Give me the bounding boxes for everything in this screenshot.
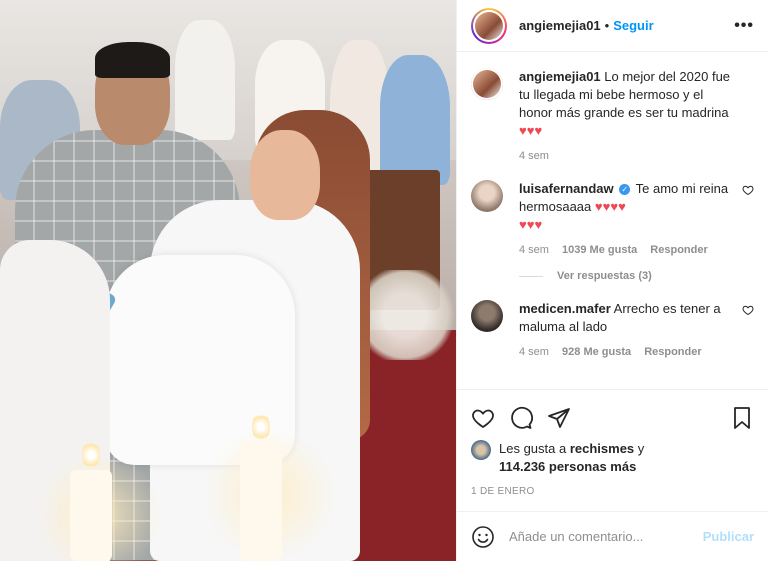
reply-button[interactable]: Responder xyxy=(644,346,701,358)
comment-body: medicen.mafer Arrecho es tener a maluma … xyxy=(519,300,754,358)
bookmark-save-icon[interactable] xyxy=(730,406,754,430)
photo-candle-flame xyxy=(82,440,100,470)
post-header: angiemejia01 • Seguir ••• xyxy=(457,0,768,52)
comment-like-heart-icon[interactable] xyxy=(742,304,754,316)
comment-username[interactable]: medicen.mafer xyxy=(519,301,611,316)
view-replies-label: Ver respuestas (3) xyxy=(557,270,652,282)
caption-avatar[interactable] xyxy=(471,68,503,100)
comment-like-count[interactable]: 1039 Me gusta xyxy=(562,244,637,256)
caption-body: angiemejia01 Lo mejor del 2020 fue tu ll… xyxy=(519,68,754,162)
caption-time[interactable]: 4 sem xyxy=(519,150,549,162)
likes-prefix: Les gusta a xyxy=(499,441,567,456)
comments-list[interactable]: angiemejia01 Lo mejor del 2020 fue tu ll… xyxy=(457,52,768,389)
comment-like-count[interactable]: 928 Me gusta xyxy=(562,346,631,358)
photo-candle-flame xyxy=(252,412,270,442)
instagram-post: angiemejia01 • Seguir ••• angiemejia01 L… xyxy=(0,0,768,561)
reply-button[interactable]: Responder xyxy=(650,244,707,256)
view-replies-button[interactable]: Ver respuestas (3) xyxy=(519,270,754,282)
likes-user[interactable]: rechismes xyxy=(570,441,634,456)
photo-candle xyxy=(240,440,282,561)
photo-man-hair xyxy=(95,42,170,78)
photo-guest xyxy=(175,20,235,140)
comment-username[interactable]: luisafernandaw xyxy=(519,181,614,196)
caption-text-block: angiemejia01 Lo mejor del 2020 fue tu ll… xyxy=(519,68,732,140)
comment-time[interactable]: 4 sem xyxy=(519,244,549,256)
comment-text-block: luisafernandaw ✓ Te amo mi reina hermosa… xyxy=(519,180,732,234)
likes-text: Les gusta a rechismes y 114.236 personas… xyxy=(499,440,644,476)
header-separator: • xyxy=(604,18,610,33)
likes-conj: y xyxy=(637,441,645,456)
publish-button[interactable]: Publicar xyxy=(703,529,754,544)
post-date[interactable]: 1 DE ENERO xyxy=(471,486,754,497)
add-comment-bar: Publicar xyxy=(457,511,768,561)
commenter-avatar[interactable] xyxy=(471,180,503,212)
commenter-avatar[interactable] xyxy=(471,300,503,332)
verified-badge-icon: ✓ xyxy=(619,184,631,196)
comment-item: luisafernandaw ✓ Te amo mi reina hermosa… xyxy=(471,180,754,256)
caption: angiemejia01 Lo mejor del 2020 fue tu ll… xyxy=(471,68,754,162)
comment-like-heart-icon[interactable] xyxy=(742,184,754,196)
caption-meta: 4 sem xyxy=(519,150,732,162)
heart-emoji-icon: ♥♥♥ xyxy=(519,217,543,232)
author-avatar[interactable] xyxy=(471,7,507,44)
heart-emoji-icon: ♥♥♥ xyxy=(519,123,543,138)
post-side-panel: angiemejia01 • Seguir ••• angiemejia01 L… xyxy=(456,0,768,561)
photo-woman-face xyxy=(250,130,320,220)
comment-time[interactable]: 4 sem xyxy=(519,346,549,358)
follow-button[interactable]: Seguir xyxy=(613,18,653,33)
author-username[interactable]: angiemejia01 xyxy=(519,18,601,33)
caption-username[interactable]: angiemejia01 xyxy=(519,69,601,84)
post-photo[interactable] xyxy=(0,0,456,561)
comment-input[interactable] xyxy=(509,529,703,544)
comment-item: medicen.mafer Arrecho es tener a maluma … xyxy=(471,300,754,358)
comment-text-block: medicen.mafer Arrecho es tener a maluma … xyxy=(519,300,732,336)
caption-avatar-inner xyxy=(471,68,503,100)
author-avatar-image xyxy=(475,11,503,40)
more-options-icon[interactable]: ••• xyxy=(734,17,754,35)
author-avatar-inner xyxy=(473,9,505,42)
liker-avatar[interactable] xyxy=(471,440,491,460)
likes-count[interactable]: 114.236 personas más xyxy=(499,459,636,474)
emoji-icon[interactable] xyxy=(471,525,495,549)
share-direct-icon[interactable] xyxy=(547,406,571,430)
comment-meta: 4 sem 1039 Me gusta Responder xyxy=(519,244,732,256)
photo-candle xyxy=(70,470,112,561)
photo-guest xyxy=(380,55,450,185)
action-icons-row xyxy=(471,398,754,438)
replies-line xyxy=(519,275,543,277)
likes-summary: Les gusta a rechismes y 114.236 personas… xyxy=(471,440,754,476)
comment-body: luisafernandaw ✓ Te amo mi reina hermosa… xyxy=(519,180,754,256)
comment-bubble-icon[interactable] xyxy=(509,406,533,430)
post-actions: Les gusta a rechismes y 114.236 personas… xyxy=(457,389,768,511)
like-heart-icon[interactable] xyxy=(471,406,495,430)
comment-meta: 4 sem 928 Me gusta Responder xyxy=(519,346,732,358)
caption-avatar-image xyxy=(473,70,501,98)
heart-emoji-icon: ♥♥♥♥ xyxy=(594,199,626,214)
